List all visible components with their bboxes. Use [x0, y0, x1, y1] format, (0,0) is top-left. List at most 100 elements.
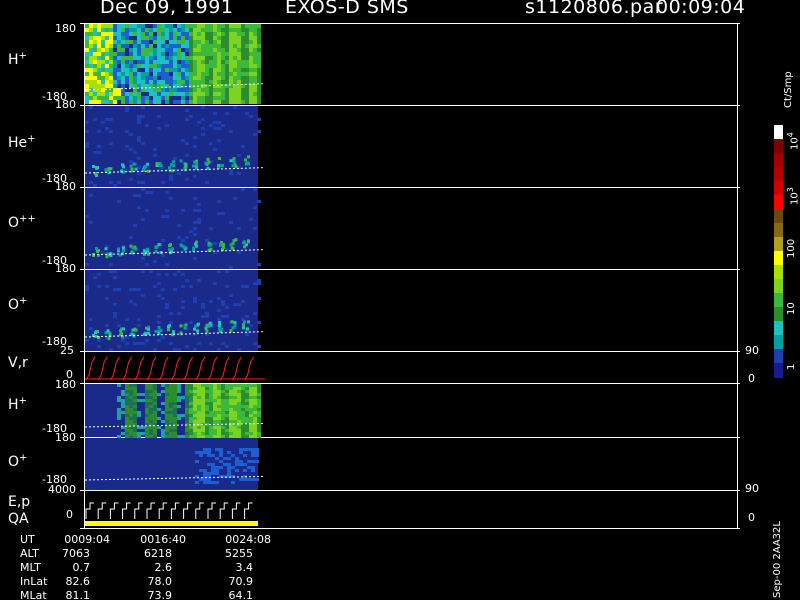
- spectrogram-cell: [105, 44, 109, 48]
- spectrogram-cell: [137, 36, 141, 40]
- spectrogram-cell: [153, 148, 157, 151]
- spectrogram-cell: [105, 36, 109, 40]
- spectrogram-cell: [181, 48, 185, 52]
- spectrogram-cell: [105, 52, 109, 56]
- spectrogram-cell: [153, 80, 157, 84]
- spectrogram-cell: [218, 321, 221, 324]
- spectrogram-cell: [185, 236, 189, 239]
- info-alt-1: 6218: [144, 547, 172, 560]
- spectrogram-cell: [219, 451, 223, 454]
- spectrogram-cell: [193, 76, 197, 80]
- spectrogram-cell: [145, 429, 149, 432]
- spectrogram-cell: [257, 411, 261, 414]
- spectrogram-cell: [85, 145, 89, 148]
- spectrogram-cell: [169, 435, 173, 438]
- spectrogram-cell: [209, 300, 213, 303]
- spectrogram-cell: [253, 387, 257, 390]
- spectrogram-cell: [113, 32, 117, 36]
- spectrogram-cell: [161, 384, 165, 387]
- spectrogram-cell: [117, 417, 121, 420]
- spectrogram-cell: [137, 118, 141, 121]
- spectrogram-cell: [185, 408, 189, 411]
- spectrogram-cell: [205, 432, 209, 435]
- spectrogram-cell: [253, 384, 257, 387]
- spectrogram-cell: [201, 106, 205, 109]
- spectrogram-cell: [229, 56, 233, 60]
- spectrogram-cell: [243, 448, 247, 451]
- spectrogram-cell: [229, 387, 233, 390]
- spectrogram-cell: [189, 52, 193, 56]
- spectrogram-cell: [145, 209, 149, 212]
- spectrogram-cell: [157, 88, 161, 92]
- spectrogram-cell: [217, 127, 221, 130]
- trace-line: [231, 356, 242, 381]
- spectrogram-cell: [157, 417, 161, 420]
- spectrogram-cell: [237, 48, 241, 52]
- spectrogram-cell: [213, 84, 217, 88]
- spectrogram-cell: [125, 402, 129, 405]
- spectrogram-cell: [241, 56, 245, 60]
- colorbar-tick-10e4: 104: [786, 132, 800, 150]
- spectrogram-cell: [193, 145, 197, 148]
- spectrogram-cell: [220, 328, 223, 331]
- spectrogram-cell: [145, 124, 149, 127]
- spectrogram-cell: [249, 393, 253, 396]
- spectrogram-cell: [235, 463, 239, 466]
- spectrogram-cell: [109, 348, 113, 351]
- spectrogram-cell: [159, 329, 163, 332]
- spectrogram-cell: [197, 411, 201, 414]
- spectrogram-cell: [189, 402, 193, 405]
- spectrogram-cell: [193, 56, 197, 60]
- spectrogram-cell: [157, 32, 161, 36]
- spectrogram-cell: [169, 56, 173, 60]
- spectrogram-cell: [133, 56, 137, 60]
- spectrogram-cell: [129, 160, 133, 163]
- spectrogram-cell: [233, 321, 237, 325]
- spectrogram-cell: [193, 408, 197, 411]
- spectrogram-cell: [177, 414, 181, 417]
- spectrogram-cell: [145, 426, 149, 429]
- spectrogram-cell: [141, 106, 145, 109]
- spectrogram-cell: [169, 64, 173, 68]
- spectrogram-cell: [209, 393, 213, 396]
- spectrogram-cell: [92, 165, 95, 168]
- spectrogram-cell: [149, 28, 153, 32]
- spectrogram-cell: [209, 24, 213, 28]
- spectrogram-cell: [229, 72, 233, 76]
- spectrogram-cell: [197, 52, 201, 56]
- spectrogram-cell: [97, 145, 101, 148]
- spectrogram-cell: [205, 44, 209, 48]
- spectrogram-cell: [185, 142, 189, 145]
- spectrogram-cell: [241, 426, 245, 429]
- spectrogram-cell: [141, 36, 145, 40]
- spectrogram-cell: [169, 432, 173, 435]
- spectrogram-cell: [97, 96, 101, 100]
- spectrogram-cell: [249, 399, 253, 402]
- trace-line: [183, 356, 194, 381]
- spectrogram-cell: [229, 169, 233, 172]
- spectrogram-cell: [201, 88, 205, 92]
- spectrogram-cell: [245, 44, 249, 48]
- spectrogram-cell: [120, 332, 123, 336]
- spectrogram-cell: [185, 100, 189, 104]
- spectrogram-cell: [161, 215, 165, 218]
- spectrogram-cell: [237, 414, 241, 417]
- spectrogram-cell: [137, 40, 141, 44]
- spectrogram-cell: [133, 420, 137, 423]
- spectrogram-cell: [257, 130, 261, 133]
- spectrogram-cell: [207, 463, 211, 466]
- spectrogram-cell: [205, 92, 209, 96]
- spectrogram-cell: [241, 92, 245, 96]
- spectrogram-cell: [257, 321, 261, 324]
- spectrogram-cell: [192, 246, 195, 250]
- spectrogram-cell: [165, 306, 169, 309]
- spectrogram-cell: [229, 92, 233, 96]
- spectrogram-cell: [245, 52, 249, 56]
- spectrogram-cell: [213, 414, 217, 417]
- spectrogram-cell: [133, 396, 137, 399]
- spectrogram-cell: [101, 56, 105, 60]
- spectrogram-cell: [177, 96, 181, 100]
- spectrogram-cell: [241, 44, 245, 48]
- spectrogram-cell: [241, 24, 245, 28]
- spectrogram-cell: [117, 181, 121, 184]
